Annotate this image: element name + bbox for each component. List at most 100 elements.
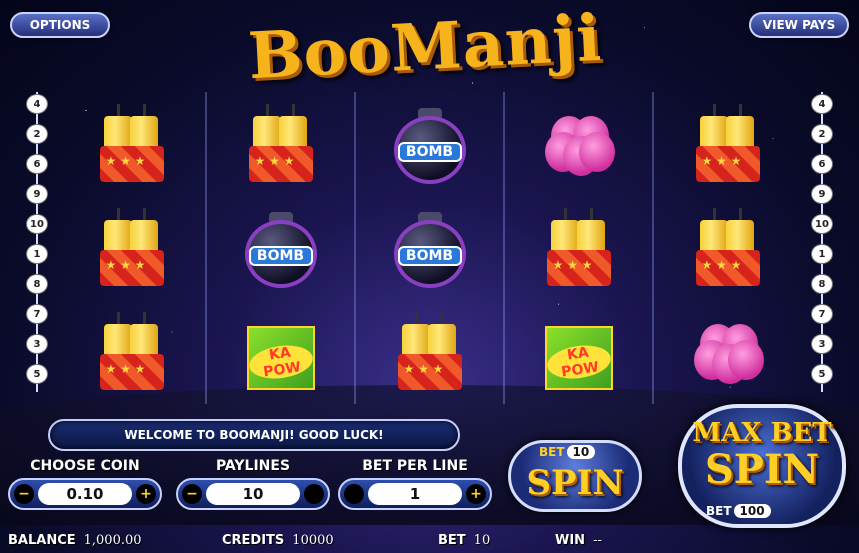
reel-4: KA POW: [503, 92, 652, 404]
payline-indicator-left[interactable]: 6: [26, 154, 48, 174]
spin-button[interactable]: BET 10 SPIN: [508, 440, 642, 512]
dynamite-symbol: [90, 102, 174, 186]
reel-cell: [505, 92, 652, 196]
credits-display: CREDITS 10000: [222, 533, 334, 548]
coin-minus-button[interactable]: −: [14, 484, 34, 504]
logo-text: BooManji: [246, 0, 604, 95]
payline-indicator-right[interactable]: 2: [811, 124, 833, 144]
payline-indicator-right[interactable]: 3: [811, 334, 833, 354]
credits-label: CREDITS: [222, 533, 285, 548]
bet-per-line-pill: 1 +: [338, 478, 492, 510]
payline-indicator-right[interactable]: 5: [811, 364, 833, 384]
paylines-minus-button[interactable]: −: [182, 484, 202, 504]
coin-value: 0.10: [38, 483, 132, 505]
choose-coin-title: CHOOSE COIN: [30, 458, 140, 474]
bet-per-line-minus-button[interactable]: [344, 484, 364, 504]
message-bar: WELCOME TO BOOMANJI! GOOD LUCK!: [48, 419, 460, 451]
spin-bet-label: BET: [539, 445, 565, 459]
payline-indicator-left[interactable]: 4: [26, 94, 48, 114]
win-label: WIN: [555, 533, 586, 548]
dynamite-symbol: [239, 102, 323, 186]
reel-5: [652, 92, 801, 404]
pink-firework-symbol: [686, 310, 770, 394]
payline-indicator-left[interactable]: 8: [26, 274, 48, 294]
status-bar: BALANCE 1,000.00 CREDITS 10000 BET 10 WIN --: [0, 528, 859, 553]
payline-indicator-left[interactable]: 5: [26, 364, 48, 384]
bomb-symbol: BOMB: [388, 102, 472, 186]
reel-cell: [654, 92, 801, 196]
payline-indicator-left[interactable]: 9: [26, 184, 48, 204]
bet-display: BET 10: [438, 533, 490, 548]
reel-cell: BOMB: [356, 196, 503, 300]
bet-per-line-value: 1: [368, 483, 462, 505]
view-pays-button[interactable]: VIEW PAYS: [749, 12, 849, 38]
max-bet-label: MAX BET: [692, 418, 832, 448]
bet-per-line-title: BET PER LINE: [362, 458, 468, 474]
game-logo: BooManji: [235, 1, 615, 105]
reel-cell: [207, 92, 354, 196]
payline-indicator-right[interactable]: 10: [811, 214, 833, 234]
dynamite-symbol: [388, 310, 472, 394]
reel-2: BOMB KA POW: [205, 92, 354, 404]
game-stage: OPTIONS VIEW PAYS BooManji 4 2 6 9 10 1 8 7 3 5 4…: [0, 0, 859, 553]
bomb-symbol: BOMB: [239, 206, 323, 290]
kapow-box-symbol: KA POW: [239, 310, 323, 394]
options-button[interactable]: OPTIONS: [10, 12, 110, 38]
payline-indicator-right[interactable]: 7: [811, 304, 833, 324]
reel-cell: [356, 300, 503, 404]
max-bet-badge-value: 100: [733, 504, 771, 518]
bet-per-line-plus-button[interactable]: +: [466, 484, 486, 504]
bet-label: BET: [438, 533, 466, 548]
paylines-control: PAYLINES − 10: [176, 458, 330, 516]
balance-label: BALANCE: [8, 533, 76, 548]
payline-indicator-left[interactable]: 1: [26, 244, 48, 264]
paylines-value: 10: [206, 483, 300, 505]
bet-per-line-control: BET PER LINE 1 +: [338, 458, 492, 516]
paylines-plus-button[interactable]: [304, 484, 324, 504]
dynamite-symbol: [686, 102, 770, 186]
kapow-box-symbol: KA POW: [537, 310, 621, 394]
dynamite-symbol: [537, 206, 621, 290]
spin-bet-value: 10: [566, 445, 596, 459]
pink-firework-symbol: [537, 102, 621, 186]
paylines-title: PAYLINES: [215, 458, 291, 474]
paylines-pill: − 10: [176, 478, 330, 510]
win-display: WIN --: [555, 533, 602, 548]
dynamite-symbol: [90, 206, 174, 290]
choose-coin-control: CHOOSE COIN − 0.10 +: [8, 458, 162, 516]
max-spin-label: SPIN: [704, 446, 820, 493]
dynamite-symbol: [90, 310, 174, 394]
reel-1: [58, 92, 205, 404]
spin-label: SPIN: [526, 463, 624, 503]
reel-cell: BOMB: [207, 196, 354, 300]
payline-indicator-right[interactable]: 4: [811, 94, 833, 114]
payline-indicator-right[interactable]: 6: [811, 154, 833, 174]
bet-value: 10: [473, 533, 491, 548]
payline-indicator-left[interactable]: 3: [26, 334, 48, 354]
payline-indicator-left[interactable]: 2: [26, 124, 48, 144]
choose-coin-pill: − 0.10 +: [8, 478, 162, 510]
bomb-label: BOMB: [397, 142, 462, 162]
max-bet-spin-button[interactable]: MAX BET SPIN BET 100: [678, 404, 846, 528]
balance-value: 1,000.00: [83, 533, 142, 548]
payline-indicator-left[interactable]: 7: [26, 304, 48, 324]
reel-cell: [654, 300, 801, 404]
reel-area: BOMB KA POW BOMB BOMB KA POW: [58, 92, 801, 404]
reel-cell: [505, 196, 652, 300]
payline-indicator-right[interactable]: 9: [811, 184, 833, 204]
payline-indicators-right: 4 2 6 9 10 1 8 7 3 5: [809, 92, 835, 392]
reel-cell: [58, 92, 205, 196]
reel-cell: [654, 196, 801, 300]
coin-plus-button[interactable]: +: [136, 484, 156, 504]
reel-cell: KA POW: [207, 300, 354, 404]
payline-indicator-right[interactable]: 1: [811, 244, 833, 264]
bomb-label: BOMB: [248, 246, 313, 266]
reel-cell: KA POW: [505, 300, 652, 404]
max-bet-badge: BET 100: [706, 504, 771, 518]
balance-display: BALANCE 1,000.00: [8, 533, 142, 548]
payline-indicator-right[interactable]: 8: [811, 274, 833, 294]
payline-indicators-left: 4 2 6 9 10 1 8 7 3 5: [24, 92, 50, 392]
reel-cell: [58, 300, 205, 404]
dynamite-symbol: [686, 206, 770, 290]
payline-indicator-left[interactable]: 10: [26, 214, 48, 234]
